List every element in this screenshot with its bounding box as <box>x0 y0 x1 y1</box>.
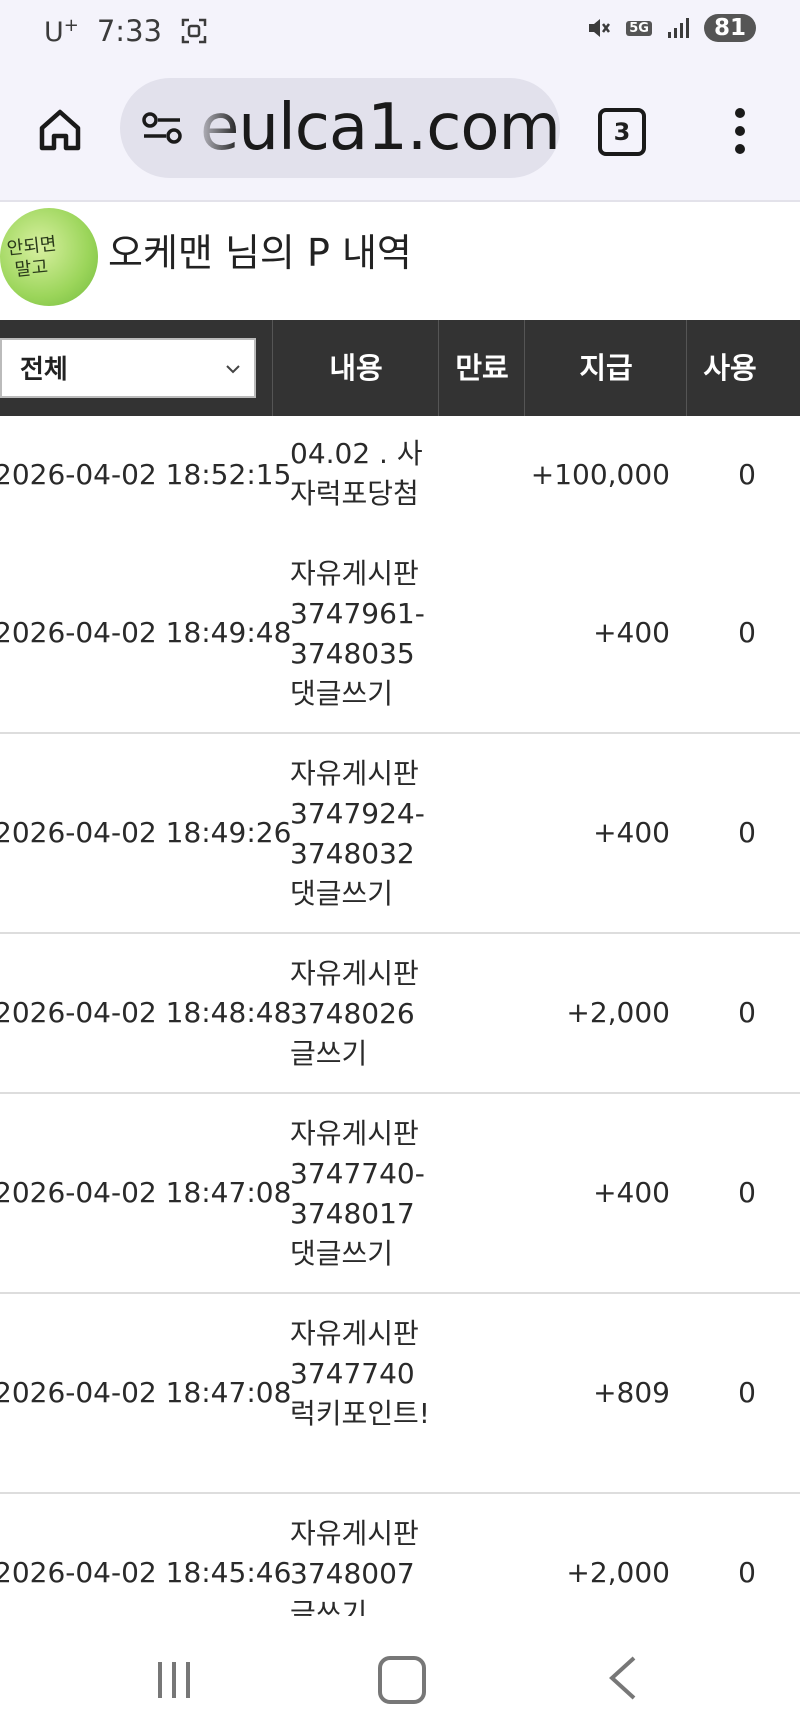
url-fade <box>190 78 240 178</box>
row-content: 자유게시판 3747924-3748032 댓글쓰기 <box>290 757 425 910</box>
row-date: 2026-04-02 18:52:15 <box>0 458 292 491</box>
more-menu-icon[interactable] <box>722 108 758 156</box>
home-icon[interactable] <box>34 104 86 156</box>
row-date: 2026-04-02 18:47:08 <box>0 1176 292 1209</box>
screenshot-icon <box>181 18 207 44</box>
avatar-text: 안되면 말고 <box>5 233 58 282</box>
column-header-content: 내용 <box>272 320 439 416</box>
row-date: 2026-04-02 18:45:46 <box>0 1556 292 1589</box>
row-date: 2026-04-02 18:49:26 <box>0 816 292 849</box>
row-use: 0 <box>738 458 756 491</box>
table-row: 2026-04-02 18:45:46 자유게시판 3748007 글쓰기 +2… <box>0 1494 800 1616</box>
screen: U+ 7:33 5G 81 eulca1.com 3 안되면 말고 오케맨 님의… <box>0 0 800 1734</box>
chevron-down-icon <box>226 365 240 374</box>
column-header-pay: 지급 <box>524 320 687 416</box>
column-header-expire: 만료 <box>438 320 525 416</box>
avatar: 안되면 말고 <box>0 208 98 306</box>
back-icon[interactable] <box>608 1656 638 1700</box>
carrier-label: U+ <box>44 14 79 48</box>
row-use: 0 <box>738 1376 756 1409</box>
row-date: 2026-04-02 18:49:48 <box>0 616 292 649</box>
clock: 7:33 <box>96 14 162 48</box>
row-use: 0 <box>738 1556 756 1589</box>
table-row: 2026-04-02 18:52:15 04.02 . 사자럭포당첨 +100,… <box>0 416 800 536</box>
network-type-badge: 5G <box>626 20 652 36</box>
table-row: 2026-04-02 18:49:48 자유게시판 3747961-374803… <box>0 534 800 734</box>
row-pay: +809 <box>593 1376 670 1409</box>
row-content: 04.02 . 사자럭포당첨 <box>290 437 423 510</box>
status-bar: U+ 7:33 5G 81 <box>0 0 800 64</box>
table-row: 2026-04-02 18:47:08 자유게시판 3747740-374801… <box>0 1094 800 1294</box>
recent-apps-icon[interactable] <box>154 1660 194 1700</box>
row-pay: +400 <box>593 1176 670 1209</box>
home-icon[interactable] <box>378 1656 426 1704</box>
column-header-use: 사용 <box>686 320 773 416</box>
row-content: 자유게시판 3747740-3748017 댓글쓰기 <box>290 1117 425 1270</box>
filter-select[interactable]: 전체 <box>0 338 256 398</box>
row-content: 자유게시판 3747740 럭키포인트! <box>290 1317 431 1430</box>
battery-level: 81 <box>703 14 756 42</box>
row-content: 자유게시판 3747961-3748035 댓글쓰기 <box>290 557 425 710</box>
row-date: 2026-04-02 18:47:08 <box>0 1376 292 1409</box>
table-row: 2026-04-02 18:47:08 자유게시판 3747740 럭키포인트!… <box>0 1294 800 1494</box>
filter-selected-value: 전체 <box>20 355 68 385</box>
row-use: 0 <box>738 816 756 849</box>
tab-switcher-button[interactable]: 3 <box>598 108 646 156</box>
browser-toolbar: eulca1.com 3 <box>0 64 800 202</box>
table-row: 2026-04-02 18:48:48 자유게시판 3748026 글쓰기 +2… <box>0 934 800 1094</box>
table-header: 전체 내용 만료 지급 사용 <box>0 320 800 416</box>
mute-icon <box>589 19 611 37</box>
table-row: 2026-04-02 18:49:26 자유게시판 3747924-374803… <box>0 734 800 934</box>
row-pay: +400 <box>593 616 670 649</box>
table-body: 2026-04-02 18:52:15 04.02 . 사자럭포당첨 +100,… <box>0 416 800 1616</box>
row-pay: +400 <box>593 816 670 849</box>
row-pay: +2,000 <box>566 996 670 1029</box>
url-text[interactable]: eulca1.com <box>200 90 560 166</box>
row-use: 0 <box>738 996 756 1029</box>
row-use: 0 <box>738 1176 756 1209</box>
row-content: 자유게시판 3748007 글쓰기 <box>290 1517 419 1616</box>
row-pay: +2,000 <box>566 1556 670 1589</box>
status-right: 5G 81 <box>586 14 756 42</box>
row-date: 2026-04-02 18:48:48 <box>0 996 292 1029</box>
page-header: 안되면 말고 오케맨 님의 P 내역 <box>0 202 800 320</box>
row-content: 자유게시판 3748026 글쓰기 <box>290 957 419 1070</box>
signal-icon <box>667 18 689 38</box>
system-nav-bar <box>0 1616 800 1734</box>
page-title: 오케맨 님의 P 내역 <box>108 231 412 275</box>
row-pay: +100,000 <box>530 458 670 491</box>
address-bar[interactable]: eulca1.com <box>120 78 560 178</box>
row-use: 0 <box>738 616 756 649</box>
site-settings-icon[interactable] <box>140 108 184 148</box>
status-left: U+ 7:33 <box>44 14 208 48</box>
